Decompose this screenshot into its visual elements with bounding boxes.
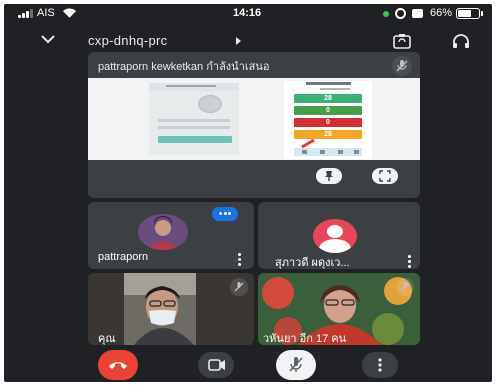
active-call-dot: [383, 11, 389, 17]
more-vert-icon[interactable]: [238, 253, 241, 268]
mic-off-icon: [230, 278, 248, 296]
status-bar: AIS 14:16 66%: [4, 4, 492, 24]
shared-footer-icon: [320, 150, 325, 154]
shared-stat-bar: 0: [294, 118, 362, 127]
shared-stat-bar: 28: [294, 130, 362, 139]
videocam-icon: [208, 359, 225, 371]
meet-app-screen: AIS 14:16 66% cxp-dnhq-prc pattraporn ke…: [4, 4, 492, 382]
battery-percent: 66%: [430, 7, 453, 19]
shared-left-button: [158, 136, 232, 143]
mic-off-icon: [289, 357, 303, 372]
chevron-down-icon[interactable]: [40, 34, 56, 44]
pin-button[interactable]: [316, 168, 342, 184]
shared-footer-icon: [338, 150, 343, 154]
battery-tip: [481, 11, 483, 16]
shared-left-line: [158, 126, 230, 129]
meeting-code[interactable]: cxp-dnhq-prc: [88, 33, 167, 48]
camera-switch-icon[interactable]: [393, 33, 411, 49]
more-vert-icon[interactable]: [408, 255, 411, 269]
shared-right-title: [306, 82, 351, 85]
headphones-icon[interactable]: [452, 33, 470, 49]
carrier-name: AIS: [37, 7, 55, 19]
microphone-toggle-button[interactable]: [276, 350, 316, 380]
battery-charging-icon: [456, 8, 480, 19]
mic-off-icon: [392, 56, 412, 76]
fullscreen-button[interactable]: [372, 168, 398, 184]
participant-tile[interactable]: สุภาวดี ผดุงเว...: [258, 202, 420, 269]
shared-left-line: [158, 119, 230, 122]
more-vert-icon: [378, 358, 382, 372]
shared-screen: 28 0 0 28: [88, 78, 420, 160]
shared-right-subtitle: [320, 88, 350, 90]
call-end-icon: [109, 362, 127, 369]
participant-name: pattraporn: [98, 251, 149, 263]
alarm-icon: [395, 8, 406, 19]
shared-footer-icon: [302, 150, 307, 154]
pin-icon: [325, 171, 333, 181]
fullscreen-icon: [379, 170, 391, 182]
camera-toggle-button[interactable]: [198, 352, 234, 378]
participant-tile[interactable]: วหันยา อีก 17 คน: [258, 273, 420, 345]
shared-footer-icon: [354, 150, 359, 154]
avatar: [313, 219, 357, 253]
presenter-label: pattraporn kewketkan กำลังนำเสนอ: [98, 61, 270, 73]
screen-record-icon: [412, 9, 423, 18]
shared-left-logo: [198, 95, 222, 113]
shared-left-title: [166, 85, 216, 87]
avatar: [138, 214, 188, 250]
clock: 14:16: [233, 7, 262, 19]
speaking-indicator: [212, 207, 238, 221]
participant-name: สุภาวดี ผดุงเว...: [275, 257, 350, 269]
more-options-button[interactable]: [362, 352, 398, 378]
participant-name: คุณ: [98, 333, 116, 345]
signal-icon: [18, 9, 33, 18]
shared-stat-bar: 28: [294, 94, 362, 103]
end-call-button[interactable]: [98, 350, 138, 380]
participant-tile[interactable]: pattraporn: [88, 202, 254, 269]
shared-stat-bar: 0: [294, 106, 362, 115]
self-video-tile[interactable]: คุณ: [88, 273, 254, 345]
mic-off-icon: [396, 278, 414, 296]
wifi-icon: [62, 8, 77, 18]
presentation-card[interactable]: pattraporn kewketkan กำลังนำเสนอ 28 0 0 …: [88, 52, 420, 198]
caret-right-icon[interactable]: [236, 37, 241, 45]
participant-name: วหันยา อีก 17 คน: [263, 333, 347, 345]
